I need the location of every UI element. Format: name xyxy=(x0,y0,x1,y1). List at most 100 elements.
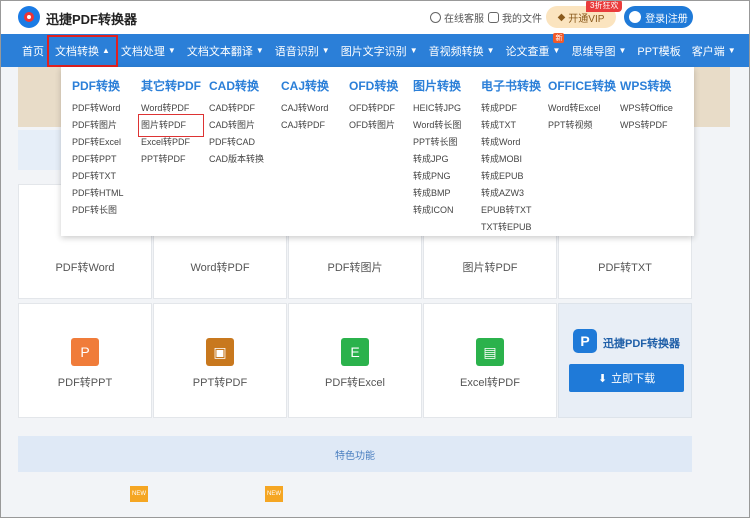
login-label: 登录|注册 xyxy=(645,13,688,25)
tool-tile-label: 图片转PDF xyxy=(462,262,518,274)
nav-item-10[interactable]: 客户端 ▼ xyxy=(692,43,736,59)
nav-item-label: 文档文本翻译 xyxy=(186,45,253,58)
menu-item[interactable]: 转成ICON xyxy=(413,202,461,219)
nav-item-label: 语音识别 xyxy=(274,45,319,58)
menu-item[interactable]: PDF转Excel xyxy=(72,134,124,151)
menu-column-title[interactable]: CAD转换 xyxy=(209,77,264,94)
main-nav: 首页 文档转换 ▲ 文档处理 ▼ 文档文本翻译 ▼ 语音识别 ▼ 图片文字识别 ▼ 音视频转换 ▼ 论文查… xyxy=(0,32,750,67)
caret-down-icon: ▼ xyxy=(618,46,627,55)
nav-item-7[interactable]: 论文查重 ▼ 新 xyxy=(505,32,565,59)
nav-item-1[interactable]: 文档转换 ▲ xyxy=(47,34,118,67)
nav-item-label: 论文查重 xyxy=(505,45,550,58)
menu-item[interactable]: Word转Excel xyxy=(548,100,616,117)
menu-item[interactable]: PDF转HTML xyxy=(72,185,124,202)
menu-item[interactable]: HEIC转JPG xyxy=(413,100,461,117)
caret-down-icon: ▼ xyxy=(167,46,176,55)
menu-item[interactable]: 图片转PDF xyxy=(137,114,205,137)
nav-item-label: 文档处理 xyxy=(120,45,165,58)
menu-item[interactable]: 转成PDF xyxy=(481,100,541,117)
menu-item[interactable]: PPT转PDF xyxy=(141,151,201,168)
brand-logo-icon[interactable] xyxy=(18,6,40,28)
tool-tile-label: Excel转PDF xyxy=(460,377,520,389)
menu-column-title[interactable]: OFFICE转换 xyxy=(548,77,616,94)
tool-tile-label: PDF转图片 xyxy=(327,262,383,274)
menu-item[interactable]: PDF转Word xyxy=(72,100,124,117)
menu-column-title[interactable]: 图片转换 xyxy=(413,77,461,94)
brand-name[interactable]: 迅捷PDF转换器 xyxy=(46,9,137,28)
menu-column: 电子书转换转成PDF 转成TXT 转成Word 转成MOBI 转成EPUB 转成AZW3 E… xyxy=(481,77,541,236)
top-bar: 迅捷PDF转换器 在线客服 我的文件 ◆ 开通VIP 3折狂欢 登录|注册 xyxy=(0,0,750,34)
my-files-link[interactable]: 我的文件 xyxy=(488,10,542,25)
menu-item[interactable]: 转成BMP xyxy=(413,185,461,202)
menu-item[interactable]: PPT转视频 xyxy=(548,117,616,134)
menu-item[interactable]: 转成PNG xyxy=(413,168,461,185)
download-now-button[interactable]: ⬇ 立即下载 xyxy=(569,364,684,392)
menu-item[interactable]: 转成Word xyxy=(481,134,541,151)
online-service-label: 在线客服 xyxy=(444,14,484,25)
nav-item-3[interactable]: 文档文本翻译 ▼ xyxy=(187,43,264,59)
menu-column-title[interactable]: WPS转换 xyxy=(620,77,673,94)
menu-item[interactable]: PDF转图片 xyxy=(72,117,124,134)
tool-tile-label: Word转PDF xyxy=(190,262,250,274)
menu-item[interactable]: 转成AZW3 xyxy=(481,185,541,202)
menu-item[interactable]: 转成JPG xyxy=(413,151,461,168)
menu-item[interactable]: PDF转长图 xyxy=(72,202,124,219)
menu-item[interactable]: PPT转长图 xyxy=(413,134,461,151)
document-conversion-menu: PDF转换 PDF转Word PDF转图片 PDF转Excel PDF转PPT PDF转T… xyxy=(61,67,694,236)
nav-item-9[interactable]: PPT模板 xyxy=(637,43,680,59)
menu-item[interactable]: TXT转EPUB xyxy=(481,219,541,236)
menu-item[interactable]: PDF转PPT xyxy=(72,151,124,168)
menu-item[interactable]: CAD转图片 xyxy=(209,117,264,134)
nav-item-label: 音视频转换 xyxy=(428,45,484,58)
nav-item-2[interactable]: 文档处理 ▼ xyxy=(121,43,176,59)
nav-item-4[interactable]: 语音识别 ▼ xyxy=(275,43,330,59)
download-promo: P 迅捷PDF转换器 ⬇ 立即下载 xyxy=(558,303,692,418)
menu-column: OFD转换 OFD转PDF OFD转图片 xyxy=(349,77,398,134)
tool-tile[interactable]: P PDF转PPT xyxy=(18,303,152,418)
menu-item[interactable]: PDF转CAD xyxy=(209,134,264,151)
menu-item[interactable]: OFD转PDF xyxy=(349,100,398,117)
new-badge: NEW xyxy=(130,486,148,502)
menu-column-title[interactable]: OFD转换 xyxy=(349,77,398,94)
menu-item[interactable]: Word转PDF xyxy=(141,100,201,117)
tool-tile-label: PDF转TXT xyxy=(598,262,652,274)
menu-column-title[interactable]: PDF转换 xyxy=(72,77,124,94)
tool-tile[interactable]: ▣ PPT转PDF xyxy=(153,303,287,418)
menu-item[interactable]: 转成TXT xyxy=(481,117,541,134)
menu-column-title[interactable]: 电子书转换 xyxy=(481,77,541,94)
menu-item[interactable]: EPUB转TXT xyxy=(481,202,541,219)
caret-down-icon: ▼ xyxy=(321,46,330,55)
menu-item[interactable]: Excel转PDF xyxy=(141,134,201,151)
online-service-link[interactable]: 在线客服 xyxy=(430,10,484,25)
menu-item[interactable]: CAD版本转换 xyxy=(209,151,264,168)
menu-item[interactable]: Word转长图 xyxy=(413,117,461,134)
file-type-icon: ▣ xyxy=(206,338,234,366)
tool-tile[interactable]: E PDF转Excel xyxy=(288,303,422,418)
nav-item-5[interactable]: 图片文字识别 ▼ xyxy=(341,43,418,59)
nav-item-label: 首页 xyxy=(22,45,44,58)
menu-column-title[interactable]: CAJ转换 xyxy=(281,77,329,94)
menu-column: CAD转换 CAD转PDF CAD转图片 PDF转CAD CAD版本转换 xyxy=(209,77,264,168)
menu-item[interactable]: PDF转TXT xyxy=(72,168,124,185)
menu-item[interactable]: CAD转PDF xyxy=(209,100,264,117)
menu-item[interactable]: OFD转图片 xyxy=(349,117,398,134)
login-button[interactable]: 登录|注册 xyxy=(624,6,693,28)
tool-tile-label: PDF转PPT xyxy=(57,377,113,389)
headset-icon xyxy=(430,12,441,23)
nav-item-0[interactable]: 首页 xyxy=(22,43,44,59)
file-type-icon: P xyxy=(71,338,99,366)
menu-item[interactable]: WPS转Office xyxy=(620,100,673,117)
menu-item[interactable]: 转成MOBI xyxy=(481,151,541,168)
menu-column-title[interactable]: 其它转PDF xyxy=(141,77,201,94)
menu-item[interactable]: 转成EPUB xyxy=(481,168,541,185)
menu-item[interactable]: CAJ转Word xyxy=(281,100,329,117)
nav-item-label: 文档转换 xyxy=(55,45,99,58)
nav-item-6[interactable]: 音视频转换 ▼ xyxy=(429,43,495,59)
nav-item-8[interactable]: 思维导图 ▼ xyxy=(571,43,626,59)
tool-tile-label: PDF转Word xyxy=(55,262,115,274)
file-icon xyxy=(488,12,499,23)
tool-tile[interactable]: ▤ Excel转PDF xyxy=(423,303,557,418)
menu-item[interactable]: WPS转PDF xyxy=(620,117,673,134)
caret-down-icon: ▼ xyxy=(727,46,736,55)
menu-item[interactable]: CAJ转PDF xyxy=(281,117,329,134)
